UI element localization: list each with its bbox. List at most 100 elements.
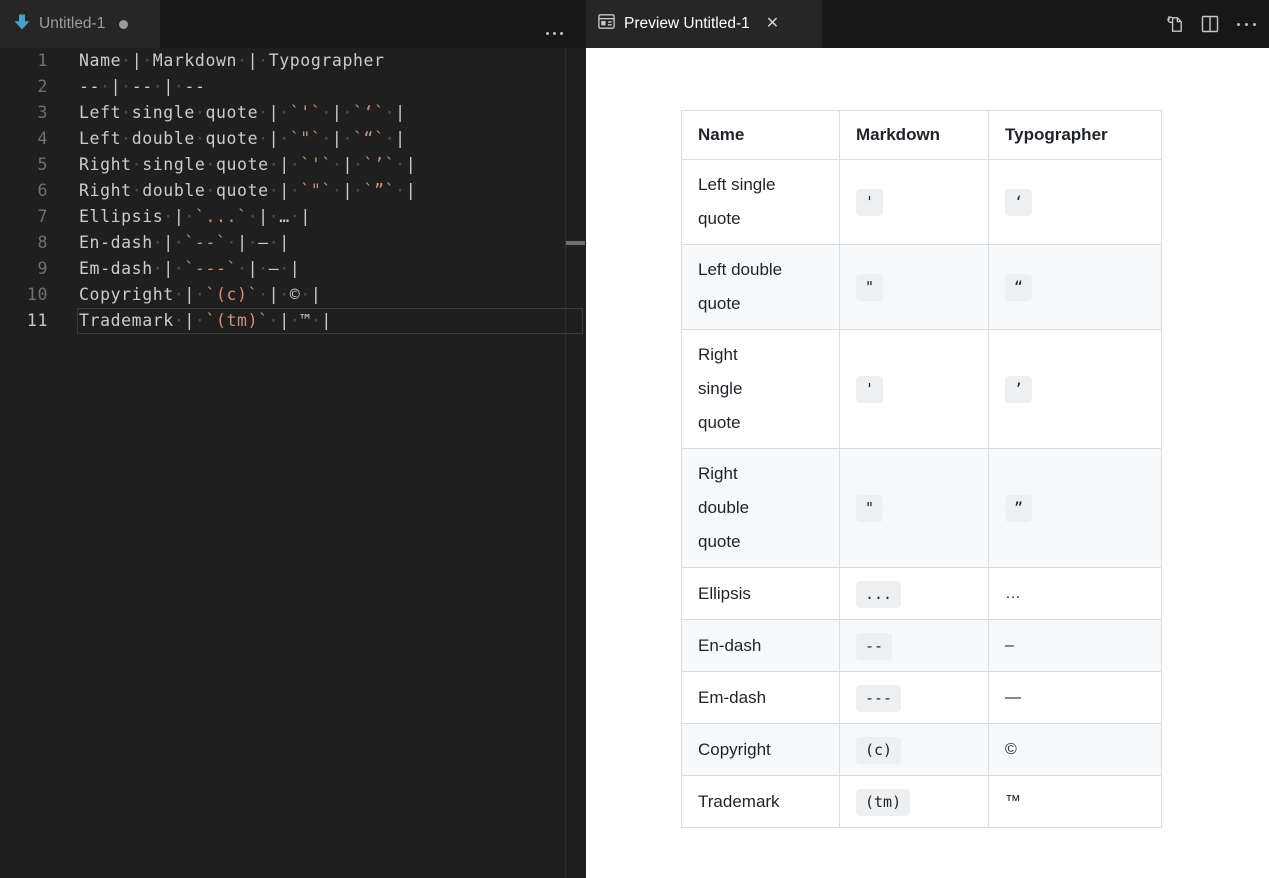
whitespace-dot: · [290, 207, 301, 226]
whitespace-dot: · [290, 311, 301, 330]
editor-line[interactable]: 9Em-dash·|·`---`·|·—·| [0, 256, 586, 282]
tab-untitled-1[interactable]: Untitled-1 [0, 0, 160, 48]
table-row: Ellipsis...… [682, 568, 1162, 620]
cell-markdown: " [840, 449, 989, 568]
cell-name: Right double quote [682, 449, 840, 568]
whitespace-dot: · [121, 51, 132, 70]
cell-name: Left double quote [682, 245, 840, 330]
editor-group-more-actions-button[interactable] [543, 22, 565, 44]
editor-line[interactable]: 4Left·double·quote·|·`"`·|·`“`·| [0, 126, 586, 152]
whitespace-dot: · [153, 77, 164, 96]
inline-code: ” [1005, 495, 1032, 522]
inline-code: (c) [856, 737, 901, 764]
whitespace-dot: · [258, 103, 269, 122]
markdown-preview-icon [597, 12, 616, 36]
text-token: | [163, 259, 174, 278]
editor-line[interactable]: 1Name·|·Markdown·|·Typographer [0, 48, 586, 74]
whitespace-dot: · [100, 77, 111, 96]
table-row: Left single quote'‘ [682, 160, 1162, 245]
whitespace-dot: · [269, 155, 280, 174]
line-number[interactable]: 3 [0, 100, 48, 126]
table-row: Left double quote"“ [682, 245, 1162, 330]
split-editor-button[interactable] [1199, 13, 1221, 35]
whitespace-dot: · [195, 311, 206, 330]
editor-line[interactable]: 5Right·single·quote·|·`'`·|·`’`·| [0, 152, 586, 178]
editor-line[interactable]: 11 Trademark·|·`(tm)`·|·™·| [0, 308, 586, 334]
column-header-typographer: Typographer [989, 111, 1162, 160]
whitespace-dot: · [142, 51, 153, 70]
cell-typographer: … [989, 568, 1162, 620]
text-token: double [132, 129, 195, 148]
editor-actions [1163, 0, 1257, 48]
line-number[interactable]: 9 [0, 256, 48, 282]
text-token: | [269, 285, 280, 304]
close-icon[interactable]: ✕ [766, 16, 779, 32]
cell-markdown: -- [840, 620, 989, 672]
text-token: Ellipsis [79, 207, 163, 226]
typographer-glyph: ™ [1005, 793, 1021, 810]
text-token: Right [79, 181, 132, 200]
more-actions-button[interactable] [1235, 13, 1257, 35]
overview-ruler-marker [566, 241, 585, 245]
editor-line[interactable]: 8En-dash·|·`--`·|·–·| [0, 230, 586, 256]
text-token: | [290, 259, 301, 278]
cell-typographer: ‘ [989, 160, 1162, 245]
code-token: `'` [300, 155, 332, 174]
text-token: single [142, 155, 205, 174]
cell-name: Left single quote [682, 160, 840, 245]
tab-preview-untitled-1[interactable]: Preview Untitled-1 ✕ [586, 0, 822, 48]
text-token: | [111, 77, 122, 96]
show-source-button[interactable] [1163, 13, 1185, 35]
table-row: Em-dash---— [682, 672, 1162, 724]
table-row: En-dash--– [682, 620, 1162, 672]
line-number[interactable]: 8 [0, 230, 48, 256]
whitespace-dot: · [300, 285, 311, 304]
whitespace-dot: · [290, 155, 301, 174]
text-token: quote [216, 155, 269, 174]
text-token: Em-dash [79, 259, 153, 278]
editor-line[interactable]: 3 Left·single·quote·|·`'`·|·`‘`·| [0, 100, 586, 126]
column-header-markdown: Markdown [840, 111, 989, 160]
line-number[interactable]: 2 [0, 74, 48, 100]
text-token: | [174, 207, 185, 226]
text-token: single [132, 103, 195, 122]
whitespace-dot: · [195, 103, 206, 122]
editor-scrollbar[interactable] [566, 48, 586, 878]
editor-line[interactable]: 7Ellipsis·|·`...`·|·…·| [0, 204, 586, 230]
text-token: Right [79, 155, 132, 174]
text-token: | [132, 51, 143, 70]
text-token: Typographer [269, 51, 385, 70]
text-token: Copyright [79, 285, 174, 304]
inline-code: " [856, 495, 883, 522]
cell-markdown: ' [840, 160, 989, 245]
text-token: | [237, 233, 248, 252]
line-number[interactable]: 6 [0, 178, 48, 204]
whitespace-dot: · [195, 129, 206, 148]
whitespace-dot: · [269, 181, 280, 200]
text-token: | [300, 207, 311, 226]
table-row: Copyright(c)© [682, 724, 1162, 776]
whitespace-dot: · [205, 155, 216, 174]
inline-code: ' [856, 376, 883, 403]
line-content: Trademark·|·`(tm)`·|·™·| [79, 308, 332, 334]
line-number[interactable]: 7 [0, 204, 48, 230]
line-number[interactable]: 1 [0, 48, 48, 74]
text-token: — [269, 259, 280, 278]
code-token: `---` [184, 259, 237, 278]
whitespace-dot: · [195, 285, 206, 304]
whitespace-dot: · [321, 129, 332, 148]
whitespace-dot: · [258, 129, 269, 148]
line-content: Left·single·quote·|·`'`·|·`‘`·| [79, 100, 406, 126]
line-number[interactable]: 4 [0, 126, 48, 152]
editor-line[interactable]: 2--·|·--·|·-- [0, 74, 586, 100]
line-number[interactable]: 5 [0, 152, 48, 178]
text-token: | [332, 129, 343, 148]
editor-line[interactable]: 6Right·double·quote·|·`"`·|·`”`·| [0, 178, 586, 204]
line-number[interactable]: 11 [0, 308, 48, 334]
editor-line[interactable]: 10Copyright·|·`(c)`·|·©·| [0, 282, 586, 308]
text-token: Markdown [153, 51, 237, 70]
column-header-name: Name [682, 111, 840, 160]
inline-code: -- [856, 633, 892, 660]
line-number[interactable]: 10 [0, 282, 48, 308]
whitespace-dot: · [279, 259, 290, 278]
